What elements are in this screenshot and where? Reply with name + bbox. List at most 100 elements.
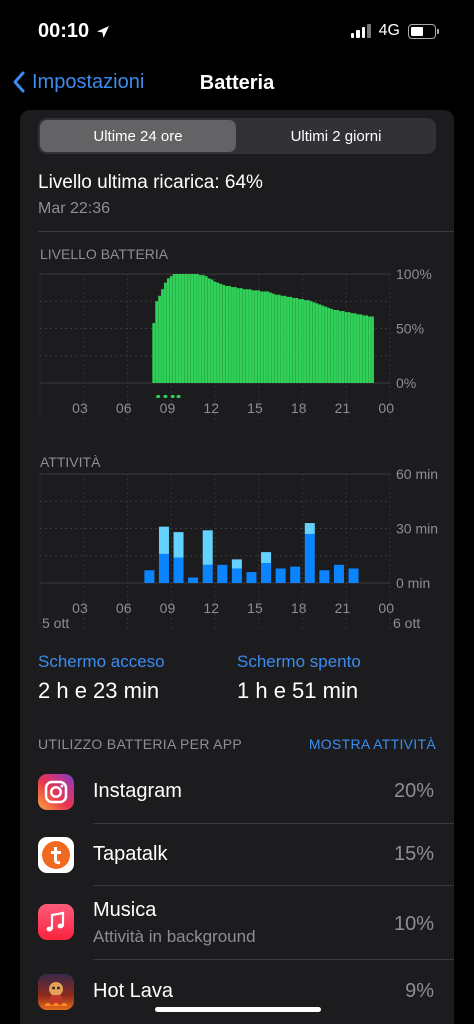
battery-level-bar	[266, 291, 269, 383]
screen-on-label: Schermo acceso	[38, 652, 165, 671]
battery-level-bar	[353, 313, 357, 383]
x-tick-label: 09	[160, 400, 176, 416]
battery-level-bar	[178, 274, 182, 383]
battery-level-bar	[301, 299, 304, 383]
battery-level-bar	[298, 299, 301, 383]
battery-level-bar	[321, 305, 325, 383]
home-indicator[interactable]	[155, 1007, 321, 1012]
signal-icon	[350, 24, 371, 38]
battery-level-bar	[187, 274, 191, 383]
battery-level-title: LIVELLO BATTERIA	[40, 246, 169, 262]
battery-level-bar	[158, 295, 161, 383]
battery-level-bar	[289, 296, 293, 383]
screen-on-bar	[304, 533, 315, 583]
battery-level-bar	[336, 309, 339, 383]
battery-level-bar	[277, 294, 281, 383]
screen-on-bar	[188, 577, 199, 583]
battery-level-bar	[201, 275, 205, 383]
app-row-instagram[interactable]: Instagram 20%	[20, 760, 454, 824]
date-label: 5 ott	[42, 615, 69, 630]
screen-off-label: Schermo spento	[237, 652, 361, 671]
screen-on-bar	[144, 570, 155, 583]
battery-level-bar	[193, 274, 196, 383]
app-row-musica[interactable]: Musica Attività in background 10%	[20, 886, 454, 960]
instagram-icon	[38, 774, 74, 810]
battery-level-bar	[327, 307, 331, 383]
battery-level-bar	[169, 276, 173, 383]
screen-on-bar	[173, 557, 184, 583]
battery-level-bar	[231, 287, 234, 383]
battery-level-bar	[242, 289, 246, 383]
music-icon	[38, 904, 74, 940]
x-tick-label: 03	[72, 600, 88, 616]
battery-level-bar	[274, 294, 278, 383]
screen-on-bar	[158, 553, 169, 583]
battery-level-bar	[286, 296, 290, 383]
page-title: Batteria	[199, 72, 275, 94]
screen-on-bar	[231, 568, 242, 583]
battery-card: Ultime 24 ore Ultimi 2 giorni Livello ul…	[20, 110, 454, 1024]
battery-level-bar	[283, 295, 287, 383]
screen-off-bar	[261, 552, 272, 564]
battery-level-bar	[166, 278, 170, 383]
battery-level-bar	[190, 274, 194, 383]
x-tick-label: 00	[378, 600, 394, 616]
battery-level-bar	[175, 274, 179, 383]
x-tick-label: 12	[203, 400, 219, 416]
show-activity-button[interactable]: MOSTRA ATTIVITÀ	[309, 736, 436, 752]
screen-on-bar	[290, 566, 301, 583]
x-tick-label: 09	[160, 600, 176, 616]
battery-level-bar	[184, 274, 188, 383]
screen-on-bar	[319, 570, 330, 583]
status-time: 00:10	[38, 20, 111, 43]
charging-marker	[163, 395, 168, 398]
battery-level-bar	[219, 283, 223, 383]
battery-level-bar	[225, 285, 229, 383]
screen-off-value: 1 h e 51 min	[237, 678, 359, 703]
screen-on-bar	[217, 564, 228, 583]
screen-off-bar	[158, 526, 169, 554]
battery-level-bar	[292, 297, 296, 383]
app-percent: 9%	[405, 980, 434, 1002]
app-name: Tapatalk	[93, 843, 168, 865]
charging-marker	[170, 395, 175, 398]
battery-level-bar	[245, 289, 249, 383]
battery-level-bar	[330, 308, 334, 383]
battery-level-bar	[315, 303, 319, 383]
battery-level-bar	[271, 293, 275, 383]
network-label: 4G	[378, 22, 400, 39]
date-label: 6 ott	[393, 615, 420, 630]
screen-off-bar	[202, 530, 213, 565]
location-arrow-icon	[97, 25, 110, 38]
app-usage-header: UTILIZZO BATTERIA PER APP	[38, 736, 243, 752]
battery-level-bar	[306, 300, 310, 383]
app-name: Musica	[93, 899, 157, 921]
battery-level-bar	[181, 274, 185, 383]
battery-level-bar	[260, 291, 264, 383]
status-bar: 00:10 4G	[0, 0, 474, 60]
battery-level-bar	[210, 279, 214, 383]
battery-level-bar	[155, 301, 159, 383]
x-tick-label: 18	[291, 600, 307, 616]
app-row-tapatalk[interactable]: Tapatalk 15%	[20, 824, 454, 886]
battery-level-bar	[161, 289, 164, 383]
battery-level-bar	[216, 282, 220, 383]
battery-level-bar	[248, 289, 252, 383]
x-tick-label: 03	[72, 400, 88, 416]
battery-level-bar	[341, 311, 345, 383]
battery-level-bar	[350, 313, 354, 383]
battery-level-bar	[324, 306, 328, 383]
app-name: Instagram	[93, 780, 182, 802]
battery-level-bar	[312, 302, 316, 383]
y-tick-label: 60 min	[396, 466, 438, 482]
screen-on-bar	[275, 568, 286, 583]
app-subtitle: Attività in background	[93, 927, 256, 946]
battery-level-bar	[371, 316, 374, 383]
activity-title: ATTIVITÀ	[40, 454, 101, 470]
battery-level-bar	[368, 316, 371, 383]
battery-level-bar	[359, 314, 363, 383]
battery-level-bar	[344, 312, 348, 383]
x-tick-label: 06	[116, 400, 132, 416]
app-row-hot-lava[interactable]: Hot Lava 9%	[20, 960, 454, 1024]
screen-off-bar	[231, 559, 242, 569]
